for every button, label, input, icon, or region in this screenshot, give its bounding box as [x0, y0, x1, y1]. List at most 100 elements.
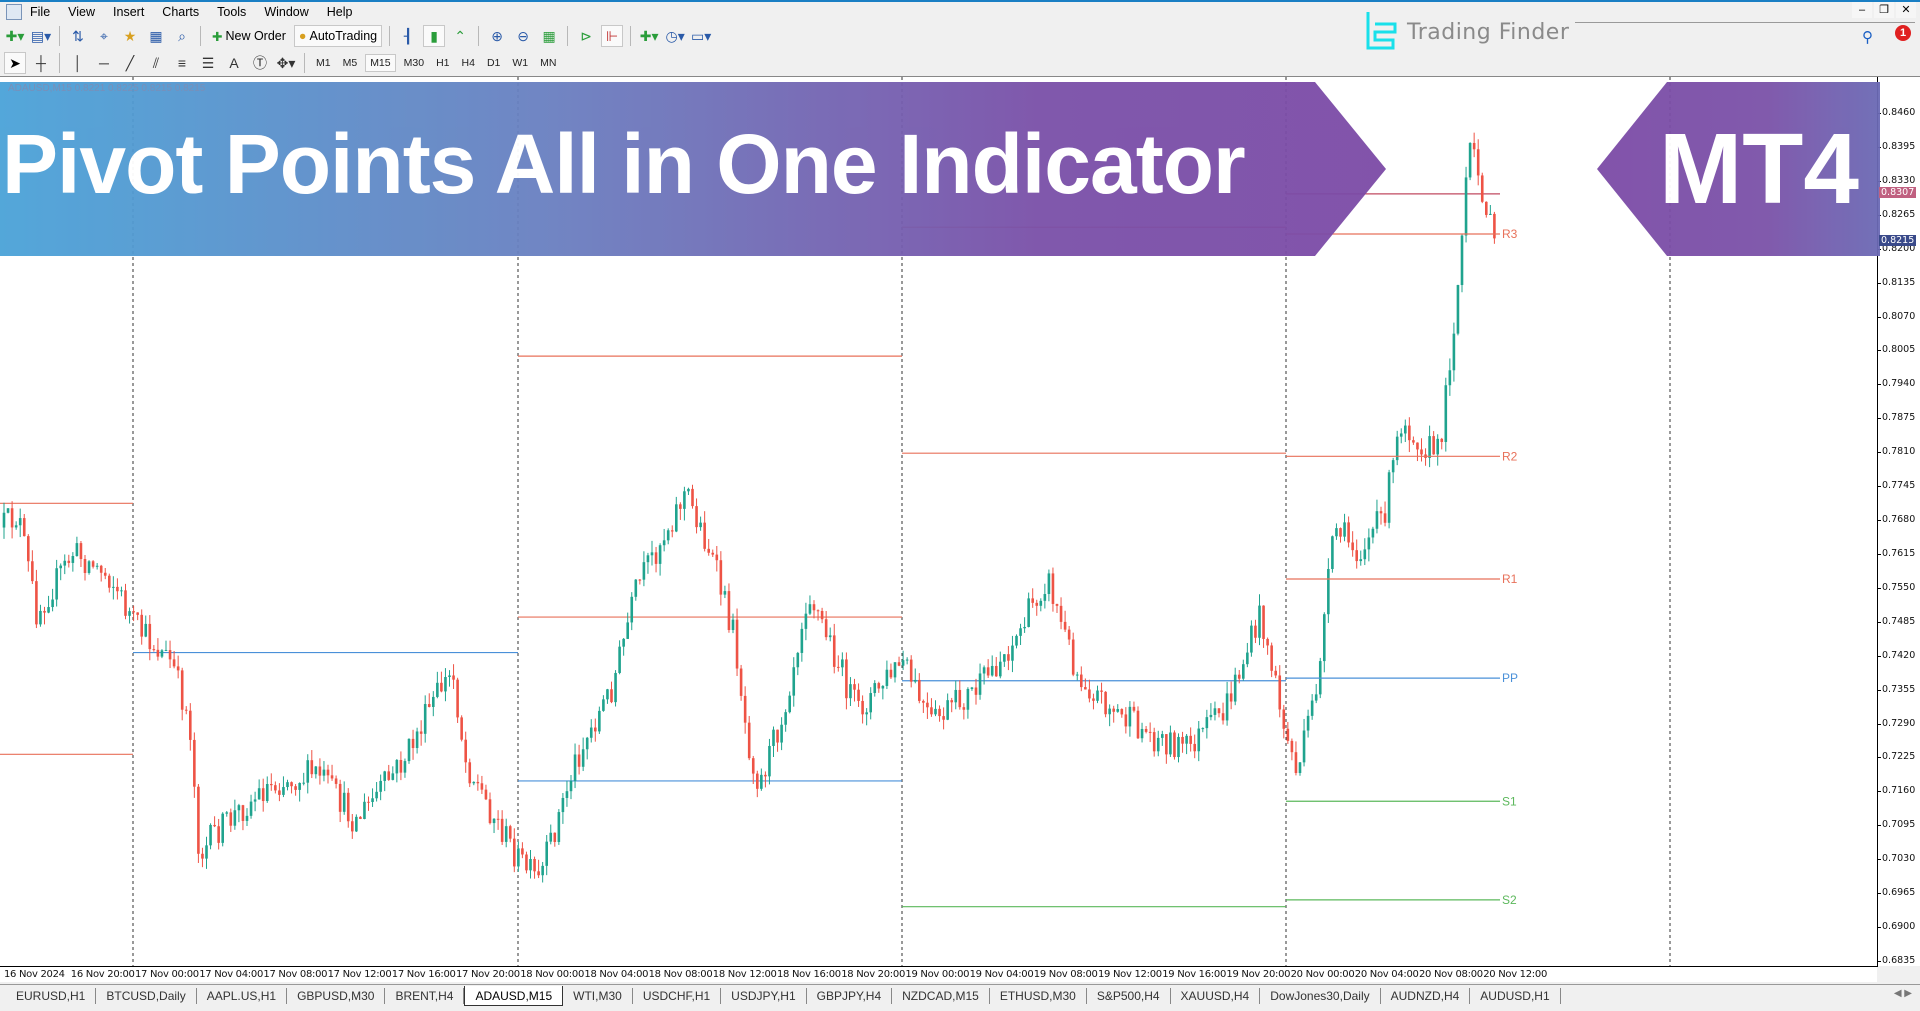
chart-tab[interactable]: NZDCAD,M15 [892, 987, 990, 1004]
chart-tab[interactable]: AUDUSD,H1 [1470, 987, 1561, 1004]
tab-scroll-arrows-icon[interactable]: ◀ ▶ [1894, 988, 1912, 999]
timeframe-d1[interactable]: D1 [483, 55, 504, 71]
menu-view[interactable]: View [68, 5, 95, 19]
crosshair-icon[interactable]: ┼ [30, 52, 52, 74]
new-order-button[interactable]: ✚ New Order [208, 25, 290, 47]
candle-body [1233, 674, 1237, 702]
candle-body [1339, 528, 1342, 537]
close-icon[interactable]: ✕ [1896, 2, 1916, 18]
periods-icon[interactable]: ◷▾ [664, 25, 686, 47]
chart-tab[interactable]: USDCHF,H1 [633, 987, 722, 1004]
horizontal-line-icon[interactable]: ─ [93, 52, 115, 74]
candle-body [432, 696, 435, 707]
strategy-tester-icon[interactable]: ⌕ [171, 25, 193, 47]
candle-body [776, 729, 779, 743]
equidistant-channel-icon[interactable]: ⫽ [145, 52, 167, 74]
chart-tab[interactable]: XAUUSD,H4 [1171, 987, 1261, 1004]
indicators-icon[interactable]: ✚▾ [638, 25, 660, 47]
minimize-icon[interactable]: – [1852, 2, 1872, 18]
chart-window[interactable]: R3 R2 R1 PP S1 S2 ADAUSD,M15 0.8221 0.8225 0.… [0, 76, 1920, 967]
candle-body [31, 561, 34, 582]
chart-tab[interactable]: WTI,M30 [563, 987, 633, 1004]
candle-body [1051, 573, 1055, 604]
chart-tab[interactable]: GBPJPY,H4 [807, 987, 893, 1004]
restore-icon[interactable]: ❐ [1874, 2, 1894, 18]
menu-file[interactable]: File [30, 5, 50, 19]
menu-help[interactable]: Help [327, 5, 353, 19]
timeframe-m30[interactable]: M30 [400, 55, 428, 71]
candle-body [598, 710, 601, 732]
chart-tab[interactable]: ETHUSD,M30 [990, 987, 1087, 1004]
candle-body [877, 683, 881, 689]
notification-badge[interactable]: 1 [1895, 25, 1911, 41]
arrows-icon[interactable]: ✥▾ [275, 52, 297, 74]
chart-tab[interactable]: AAPL.US,H1 [197, 987, 288, 1004]
fibonacci-fan-icon[interactable]: ☰ [197, 52, 219, 74]
chart-shift-icon[interactable]: ⊩ [601, 25, 624, 47]
chart-tab[interactable]: S&P500,H4 [1087, 987, 1171, 1004]
cursor-icon[interactable]: ➤ [4, 52, 26, 74]
chart-tab[interactable]: USDJPY,H1 [721, 987, 807, 1004]
zoom-in-icon[interactable]: ⊕ [486, 25, 508, 47]
candle-body [841, 659, 844, 668]
chart-tab[interactable]: DowJones30,Daily [1260, 987, 1381, 1004]
timeframe-mn[interactable]: MN [536, 55, 560, 71]
timeframe-w1[interactable]: W1 [508, 55, 532, 71]
candle-body [905, 659, 909, 661]
data-window-icon[interactable]: ⌖ [93, 25, 115, 47]
candle-body [606, 689, 609, 700]
vertical-line-icon[interactable]: │ [67, 52, 89, 74]
chart-tab[interactable]: ADAUSD,M15 [464, 985, 564, 1006]
text-label-icon[interactable]: Ⓣ [249, 52, 271, 74]
fibonacci-icon[interactable]: ≡ [171, 52, 193, 74]
navigator-icon[interactable]: ★ [119, 25, 141, 47]
tile-windows-icon[interactable]: ▦ [538, 25, 560, 47]
chart-tab[interactable]: BRENT,H4 [385, 987, 465, 1004]
candle-body [1165, 734, 1168, 755]
time-label: 20 Nov 12:00 [1483, 969, 1548, 980]
candle-body [355, 816, 358, 832]
menu-tools[interactable]: Tools [217, 5, 246, 19]
timeframe-h1[interactable]: H1 [432, 55, 453, 71]
candle-body [217, 826, 220, 843]
candle-body [367, 801, 370, 803]
menu-insert[interactable]: Insert [113, 5, 144, 19]
candle-body [1209, 714, 1213, 718]
menu-bar: File View Insert Charts Tools Window Hel… [0, 2, 371, 22]
templates-icon[interactable]: ▭▾ [690, 25, 712, 47]
menu-window[interactable]: Window [264, 5, 308, 19]
timeframe-m15[interactable]: M15 [365, 54, 396, 72]
auto-scroll-icon[interactable]: ⊳ [575, 25, 597, 47]
time-label: 18 Nov 08:00 [648, 969, 713, 980]
time-axis[interactable]: 16 Nov 2024 16 Nov 20:00 17 Nov 00:00 17 No… [0, 966, 1877, 982]
price-axis[interactable]: 0.8460 0.8395 0.8330 0.8265 0.8200 0.8135 0.80… [1877, 77, 1920, 967]
chart-tab[interactable]: GBPUSD,M30 [287, 987, 386, 1004]
zoom-out-icon[interactable]: ⊖ [512, 25, 534, 47]
line-chart-icon[interactable]: ⌃ [449, 25, 471, 47]
candle-body [1298, 762, 1302, 774]
timeframe-m1[interactable]: M1 [312, 55, 335, 71]
timeframe-h4[interactable]: H4 [458, 55, 479, 71]
pivot-label-pp: PP [1502, 671, 1518, 685]
candle-body [861, 700, 864, 715]
candlestick-icon[interactable]: ▮ [423, 25, 446, 47]
candle-body [1132, 706, 1136, 711]
terminal-icon[interactable]: ▦ [145, 25, 167, 47]
bar-chart-icon[interactable]: ┨ [397, 25, 419, 47]
text-icon[interactable]: A [223, 52, 245, 74]
chart-tab[interactable]: EURUSD,H1 [6, 987, 97, 1004]
chart-tab[interactable]: BTCUSD,Daily [96, 987, 197, 1004]
candle-body [1088, 689, 1091, 699]
pivot-label-r3: R3 [1502, 227, 1518, 241]
new-chart-icon[interactable]: ✚▾ [4, 25, 26, 47]
trendline-icon[interactable]: ╱ [119, 52, 141, 74]
auto-trading-button[interactable]: ● AutoTrading [293, 25, 383, 47]
candle-body [1177, 736, 1180, 758]
search-icon[interactable]: ⚲ [1862, 28, 1873, 46]
profiles-icon[interactable]: ▤▾ [30, 25, 52, 47]
chart-tab[interactable]: AUDNZD,H4 [1381, 987, 1471, 1004]
market-watch-icon[interactable]: ⇅ [67, 25, 89, 47]
menu-charts[interactable]: Charts [162, 5, 199, 19]
timeframe-m5[interactable]: M5 [339, 55, 362, 71]
candle-body [14, 525, 18, 528]
